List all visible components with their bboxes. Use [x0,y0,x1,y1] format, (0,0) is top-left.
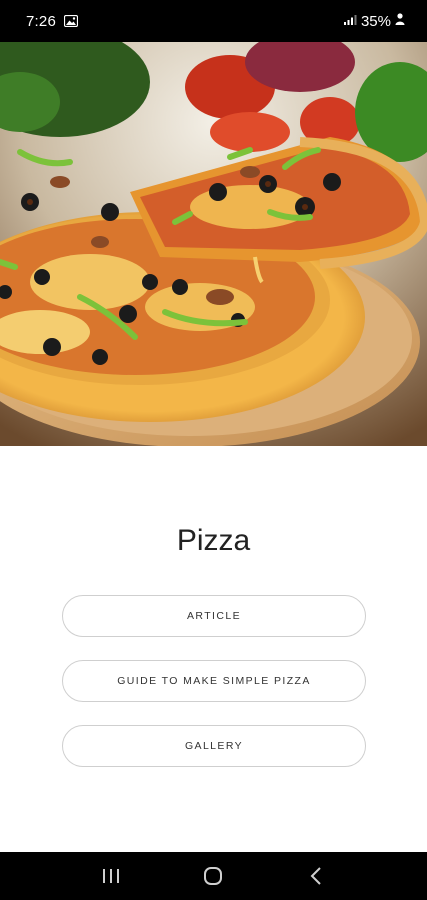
battery-icon [395,12,405,30]
battery-text: 35% [360,12,391,30]
status-bar: 7:26 35% [0,0,427,42]
guide-button[interactable]: GUIDE TO MAKE SIMPLE PIZZA [62,660,366,702]
recent-apps-icon[interactable] [91,856,131,896]
back-icon[interactable] [296,856,336,896]
article-button[interactable]: ARTICLE [62,595,366,637]
status-time: 7:26 [26,12,56,30]
navigation-bar [0,852,427,900]
page-title: Pizza [176,524,251,557]
signal-icon [343,13,357,30]
menu-content: Pizza ARTICLE GUIDE TO MAKE SIMPLE PIZZA… [0,446,427,852]
gallery-button[interactable]: GALLERY [62,725,366,767]
home-icon[interactable] [193,856,233,896]
pizza-hero-image [0,42,427,446]
image-icon [64,15,78,27]
